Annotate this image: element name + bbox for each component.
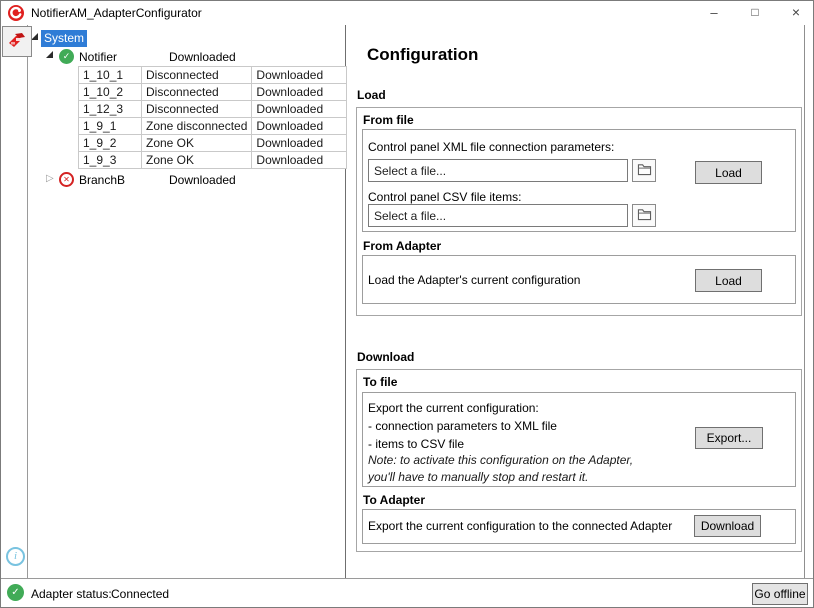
load-from-file-button[interactable]: Load xyxy=(695,161,762,184)
download-button[interactable]: Download xyxy=(694,515,761,537)
to-adapter-heading: To Adapter xyxy=(363,493,425,507)
item-name-cell[interactable]: 1_9_2 xyxy=(79,135,142,152)
go-offline-button[interactable]: Go offline xyxy=(752,583,808,605)
table-row[interactable]: 1_9_3 Zone OK Downloaded xyxy=(79,152,347,169)
to-file-heading: To file xyxy=(363,375,397,389)
minimize-button[interactable]: – xyxy=(697,1,731,25)
window-title: NotifierAM_AdapterConfigurator xyxy=(31,6,202,20)
item-name-cell[interactable]: 1_9_3 xyxy=(79,152,142,169)
csv-file-input[interactable] xyxy=(368,204,628,227)
item-connection-cell[interactable]: Disconnected xyxy=(142,84,252,101)
item-state-cell[interactable]: Downloaded xyxy=(252,101,347,118)
xml-file-input[interactable] xyxy=(368,159,628,182)
items-table: 1_10_1 Disconnected Downloaded 1_10_2 Di… xyxy=(78,66,347,169)
table-row[interactable]: 1_9_2 Zone OK Downloaded xyxy=(79,135,347,152)
tree-node-notifier[interactable]: Notifier xyxy=(79,50,117,64)
item-connection-cell[interactable]: Zone disconnected xyxy=(142,118,252,135)
check-circle-icon: ✓ xyxy=(59,49,74,64)
load-from-adapter-button[interactable]: Load xyxy=(695,269,762,292)
item-state-cell[interactable]: Downloaded xyxy=(252,135,347,152)
export-description: Export the current configuration: - conn… xyxy=(368,399,557,453)
download-section-heading: Download xyxy=(357,350,414,364)
table-row[interactable]: 1_9_1 Zone disconnected Downloaded xyxy=(79,118,347,135)
export-description-line3: - items to CSV file xyxy=(368,435,557,453)
notifier-download-state: Downloaded xyxy=(169,50,236,64)
title-bar: NotifierAM_AdapterConfigurator – □ × xyxy=(1,1,813,25)
export-description-line2: - connection parameters to XML file xyxy=(368,417,557,435)
csv-browse-button[interactable] xyxy=(632,204,656,227)
export-note-line2: you'll have to manually stop and restart… xyxy=(368,469,633,486)
export-note-line1: Note: to activate this configuration on … xyxy=(368,452,633,469)
export-description-line1: Export the current configuration: xyxy=(368,399,557,417)
export-button[interactable]: Export... xyxy=(695,427,763,449)
folder-icon xyxy=(637,208,652,224)
error-circle-icon: ✕ xyxy=(59,172,74,187)
tree-node-system[interactable]: System xyxy=(41,30,87,47)
xml-browse-button[interactable] xyxy=(632,159,656,182)
system-expander-icon[interactable] xyxy=(31,33,38,40)
branchb-download-state: Downloaded xyxy=(169,173,236,187)
tree-node-branchb[interactable]: BranchB xyxy=(79,173,125,187)
item-connection-cell[interactable]: Zone OK xyxy=(142,152,252,169)
maximize-button[interactable]: □ xyxy=(738,1,772,25)
item-connection-cell[interactable]: Zone OK xyxy=(142,135,252,152)
branchb-expander-icon[interactable]: ▷ xyxy=(46,174,54,184)
info-icon: i xyxy=(14,550,17,562)
info-button[interactable]: i xyxy=(6,547,25,566)
side-rail xyxy=(1,25,28,578)
folder-icon xyxy=(637,163,652,179)
from-file-heading: From file xyxy=(363,113,414,127)
check-glyph: ✓ xyxy=(63,51,71,61)
app-window: NotifierAM_AdapterConfigurator – □ × i S… xyxy=(0,0,814,608)
item-name-cell[interactable]: 1_9_1 xyxy=(79,118,142,135)
status-bar: ✓ Adapter status: Connected Go offline xyxy=(1,578,813,608)
from-adapter-heading: From Adapter xyxy=(363,239,441,253)
notifier-expander-icon[interactable] xyxy=(46,51,53,58)
check-glyph: ✓ xyxy=(11,587,19,598)
load-adapter-label: Load the Adapter's current configuration xyxy=(368,273,580,287)
app-logo-icon xyxy=(8,5,24,21)
csv-file-label: Control panel CSV file items: xyxy=(368,190,521,204)
item-name-cell[interactable]: 1_10_2 xyxy=(79,84,142,101)
item-connection-cell[interactable]: Disconnected xyxy=(142,101,252,118)
item-connection-cell[interactable]: Disconnected xyxy=(142,67,252,84)
notifier-tab[interactable] xyxy=(2,26,32,57)
item-name-cell[interactable]: 1_10_1 xyxy=(79,67,142,84)
page-title: Configuration xyxy=(367,45,478,65)
item-state-cell[interactable]: Downloaded xyxy=(252,84,347,101)
item-state-cell[interactable]: Downloaded xyxy=(252,118,347,135)
panel-right-edge xyxy=(804,25,805,578)
close-button[interactable]: × xyxy=(779,1,813,25)
item-state-cell[interactable]: Downloaded xyxy=(252,152,347,169)
table-row[interactable]: 1_12_3 Disconnected Downloaded xyxy=(79,101,347,118)
load-section-heading: Load xyxy=(357,88,386,102)
item-state-cell[interactable]: Downloaded xyxy=(252,67,347,84)
adapter-status-value: Connected xyxy=(111,587,169,601)
export-note: Note: to activate this configuration on … xyxy=(368,452,633,486)
table-row[interactable]: 1_10_1 Disconnected Downloaded xyxy=(79,67,347,84)
table-row[interactable]: 1_10_2 Disconnected Downloaded xyxy=(79,84,347,101)
error-glyph: ✕ xyxy=(63,175,70,184)
xml-file-label: Control panel XML file connection parame… xyxy=(368,140,614,154)
to-adapter-label: Export the current configuration to the … xyxy=(368,519,672,533)
alarm-horn-icon xyxy=(6,29,28,54)
adapter-status-label: Adapter status: xyxy=(31,587,112,601)
item-name-cell[interactable]: 1_12_3 xyxy=(79,101,142,118)
adapter-status-icon: ✓ xyxy=(7,584,24,601)
